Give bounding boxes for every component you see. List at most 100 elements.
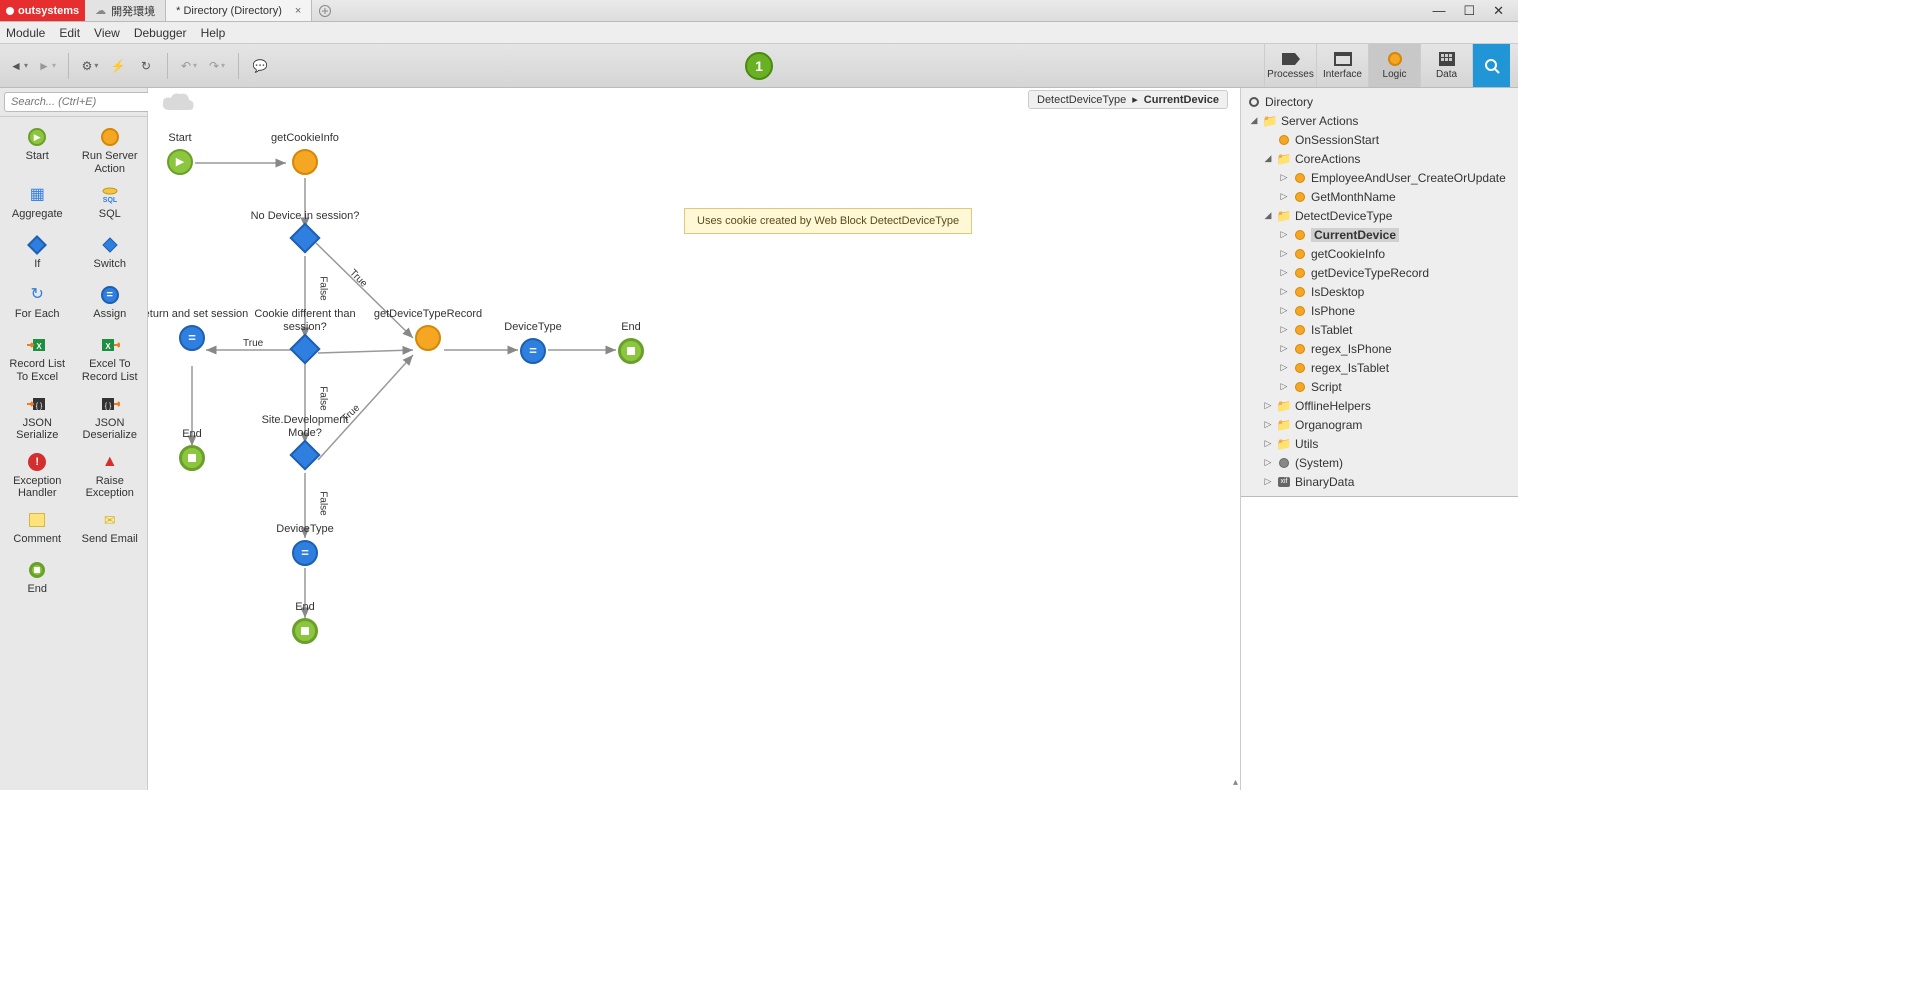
refresh-icon[interactable]: ↻ [135,55,157,77]
tab-dev-env[interactable]: ☁開発環境 [85,0,166,21]
publish-badge[interactable]: 1 [745,52,773,80]
tool-for-each[interactable]: ↻For Each [2,281,73,329]
plug-icon[interactable]: ⚡ [107,55,129,77]
processes-icon [1281,51,1301,67]
tree-emp-create[interactable]: ▷EmployeeAndUser_CreateOrUpdate [1241,168,1518,187]
menu-module[interactable]: Module [6,26,45,40]
tool-run-server-action[interactable]: Run Server Action [75,123,146,179]
tree-coreactions[interactable]: ◢📁CoreActions [1241,149,1518,168]
tree-utils[interactable]: ▷📁Utils [1241,434,1518,453]
tab-data[interactable]: Data [1420,44,1472,87]
node-no-device[interactable]: No Device in session? [245,210,365,249]
menu-debugger[interactable]: Debugger [134,26,187,40]
svg-text:{ }: { } [104,403,111,410]
close-icon[interactable]: × [295,5,301,17]
tab-directory[interactable]: * Directory (Directory)× [166,0,312,21]
node-end1[interactable]: End [148,428,252,471]
data-icon [1439,51,1455,67]
tool-comment[interactable]: Comment [2,506,73,554]
tree-system[interactable]: ▷(System) [1241,453,1518,472]
tree-organogram[interactable]: ▷📁Organogram [1241,415,1518,434]
tree-istablet[interactable]: ▷IsTablet [1241,320,1518,339]
properties-panel [1241,496,1518,790]
tree-script[interactable]: ▷Script [1241,377,1518,396]
tree-detect[interactable]: ◢📁DetectDeviceType [1241,206,1518,225]
toolbar: ◄▾ ►▾ ⚙▾ ⚡ ↻ ↶▾ ↷▾ 💬 1 Processes Interfa… [0,44,1518,88]
gear-icon[interactable]: ⚙▾ [79,55,101,77]
tab-add-button[interactable] [312,0,338,21]
element-tree[interactable]: Directory ◢📁Server Actions OnSessionStar… [1241,88,1518,496]
undo-button[interactable]: ↶▾ [178,55,200,77]
tree-regextablet[interactable]: ▷regex_IsTablet [1241,358,1518,377]
tab-search[interactable] [1472,44,1510,87]
menu-bar: Module Edit View Debugger Help [0,22,1518,44]
tool-switch[interactable]: Switch [75,231,146,279]
tree-root[interactable]: Directory [1241,92,1518,111]
tree-getcookie[interactable]: ▷getCookieInfo [1241,244,1518,263]
tab-processes[interactable]: Processes [1264,44,1316,87]
node-getrecord[interactable]: getDeviceTypeRecord [368,308,488,351]
toolbox-search-input[interactable] [4,92,161,112]
tree-regexphone[interactable]: ▷regex_IsPhone [1241,339,1518,358]
node-getcookieinfo[interactable]: getCookieInfo [245,132,365,175]
logic-icon [1388,51,1402,67]
node-cookie-diff[interactable]: Cookie different than session? [245,308,365,360]
tool-assign[interactable]: =Assign [75,281,146,329]
svg-text:X: X [37,342,43,351]
menu-view[interactable]: View [94,26,120,40]
maximize-button[interactable]: ☐ [1463,3,1475,19]
tree-server-actions[interactable]: ◢📁Server Actions [1241,111,1518,130]
tool-exception-handler[interactable]: !Exception Handler [2,448,73,504]
outsystems-logo: outsystems [0,0,85,21]
tool-start[interactable]: ▶Start [2,123,73,179]
tool-aggregate[interactable]: ▦Aggregate [2,181,73,229]
node-start[interactable]: Start▶ [148,132,240,175]
tree-onsessionstart[interactable]: OnSessionStart [1241,130,1518,149]
tree-getrecord[interactable]: ▷getDeviceTypeRecord [1241,263,1518,282]
title-bar: outsystems ☁開発環境 * Directory (Directory)… [0,0,1518,22]
node-end3[interactable]: End [245,601,365,644]
node-devicetype1[interactable]: DeviceType= [245,523,365,566]
close-button[interactable]: ✕ [1493,3,1504,19]
tab-interface[interactable]: Interface [1316,44,1368,87]
flow-comment[interactable]: Uses cookie created by Web Block DetectD… [684,208,972,234]
scroll-corner-icon: ▴ [1233,777,1238,788]
menu-help[interactable]: Help [201,26,226,40]
edge-label-false3: False [318,491,329,515]
search-icon [1484,58,1500,74]
minimize-button[interactable]: — [1432,3,1445,18]
toolbox-panel: « ▶Start Run Server Action ▦Aggregate SQ… [0,88,148,790]
node-return-set[interactable]: Return and set session= [148,308,252,351]
tool-json-deserialize[interactable]: { }JSON Deserialize [75,390,146,446]
node-end2[interactable]: End [571,321,691,364]
tool-end[interactable]: End [2,556,73,604]
edge-label-true2: True [243,338,263,349]
breadcrumb[interactable]: DetectDeviceType▸CurrentDevice [1028,90,1228,109]
interface-icon [1334,51,1352,67]
tool-recordlist-to-excel[interactable]: XRecord List To Excel [2,331,73,387]
publish-cloud-icon[interactable] [160,90,196,119]
comment-icon[interactable]: 💬 [249,55,271,77]
tool-if[interactable]: If [2,231,73,279]
nav-back-button[interactable]: ◄▾ [8,55,30,77]
flow-canvas[interactable]: DetectDeviceType▸CurrentDevice Uses cook… [148,88,1240,790]
tree-offline[interactable]: ▷📁OfflineHelpers [1241,396,1518,415]
tool-sql[interactable]: SQLSQL [75,181,146,229]
tree-cropper[interactable]: ▷✂Cropper [1241,491,1518,496]
nav-forward-button[interactable]: ►▾ [36,55,58,77]
tool-send-email[interactable]: ✉Send Email [75,506,146,554]
tool-excel-to-recordlist[interactable]: XExcel To Record List [75,331,146,387]
tree-isphone[interactable]: ▷IsPhone [1241,301,1518,320]
tree-binarydata[interactable]: ▷xifBinaryData [1241,472,1518,491]
tree-isdesktop[interactable]: ▷IsDesktop [1241,282,1518,301]
tool-raise-exception[interactable]: ▲Raise Exception [75,448,146,504]
menu-edit[interactable]: Edit [59,26,80,40]
cloud-icon: ☁ [95,4,106,17]
redo-button[interactable]: ↷▾ [206,55,228,77]
tool-json-serialize[interactable]: { }JSON Serialize [2,390,73,446]
right-panel: Directory ◢📁Server Actions OnSessionStar… [1240,88,1518,790]
window-controls: — ☐ ✕ [1418,0,1518,21]
tab-logic[interactable]: Logic [1368,44,1420,87]
tree-getmonth[interactable]: ▷GetMonthName [1241,187,1518,206]
tree-currentdevice[interactable]: ▷CurrentDevice [1241,225,1518,244]
